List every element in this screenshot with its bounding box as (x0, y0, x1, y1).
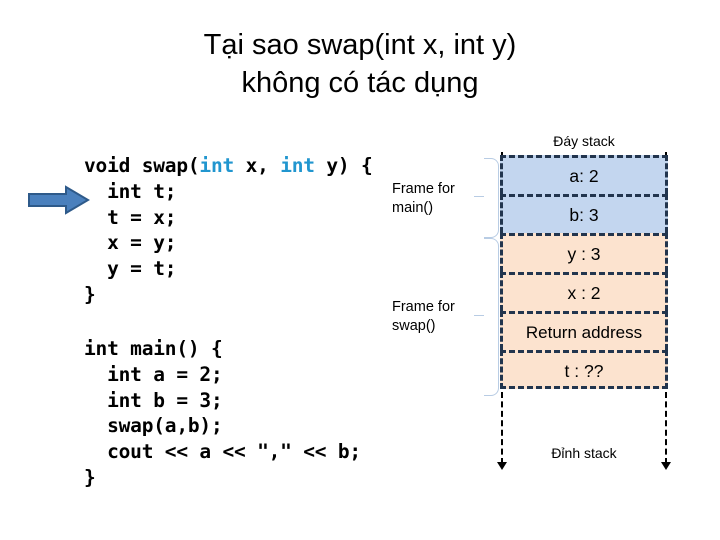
code-block-swap: void swap(int x, int y) { int t; t = x; … (84, 153, 373, 308)
right-arrow-icon (28, 185, 90, 215)
keyword-int: int (280, 154, 315, 177)
brace-tick-swap (474, 315, 484, 316)
frame-label-swap: Frame for swap() (392, 298, 484, 336)
frame-label-swap-line1: Frame for (392, 299, 455, 315)
page-title-line-2: không có tác dụng (241, 67, 479, 99)
stack-arrow-head-left (497, 462, 507, 470)
code-line-main-5: } (84, 465, 96, 489)
stack-arrow-head-right (661, 462, 671, 470)
stack-row: b: 3 (500, 194, 668, 233)
brace-tick-main (474, 196, 484, 197)
code-line-main-2: int b = 3; (84, 388, 223, 412)
code-line-swap-3: x = y; (84, 231, 177, 255)
code-line-swap-2: t = x; (84, 205, 177, 229)
page-title: Tại sao swap(int x, int y) không có tác … (0, 26, 720, 102)
code-line-swap-0: void swap(int x, int y) { (84, 154, 373, 177)
code-line-main-1: int a = 2; (84, 362, 223, 386)
frame-label-main-line2: main() (392, 200, 434, 216)
code-line-main-0: int main() { (84, 337, 223, 360)
brace-main-frame (484, 158, 499, 238)
stack-diagram: a: 2 b: 3 y : 3 x : 2 Return address t :… (500, 155, 668, 389)
frame-label-swap-line2: swap() (392, 318, 436, 334)
brace-swap-frame (484, 238, 499, 396)
stack-top-of-stack-label: Đỉnh stack (551, 445, 617, 461)
code-line-swap-1: int t; (84, 179, 177, 203)
code-line-main-3: swap(a,b); (84, 414, 223, 438)
stack-row: Return address (500, 311, 668, 350)
frame-label-main-line1: Frame for (392, 181, 455, 197)
code-line-main-4: cout << a << "," << b; (84, 440, 361, 464)
page-title-line-1: Tại sao swap(int x, int y) (203, 29, 517, 61)
stack-bottom-of-stack-label: Đáy stack (553, 133, 615, 149)
code-line-swap-4: y = t; (84, 257, 177, 281)
stack-row: t : ?? (500, 350, 668, 389)
stack-row: y : 3 (500, 233, 668, 272)
code-block-main: int main() { int a = 2; int b = 3; swap(… (84, 336, 361, 491)
stack-row: x : 2 (500, 272, 668, 311)
keyword-int: int (199, 154, 235, 177)
frame-label-main: Frame for main() (392, 180, 484, 218)
stack-row: a: 2 (500, 155, 668, 194)
code-line-swap-5: } (84, 282, 96, 306)
